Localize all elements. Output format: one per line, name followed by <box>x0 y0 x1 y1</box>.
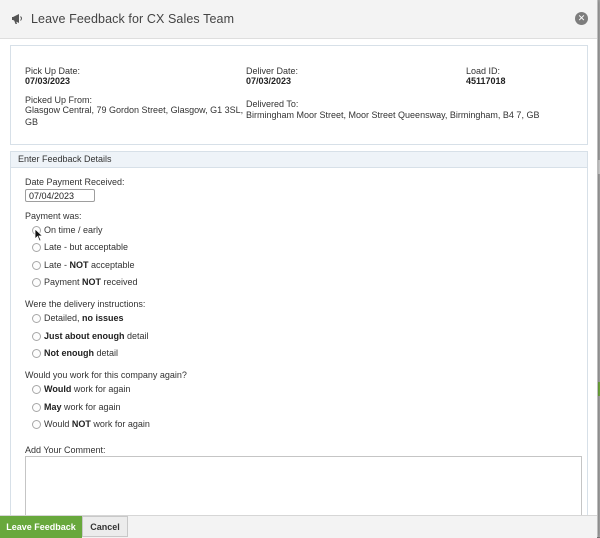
radio-label: Payment NOT received <box>44 277 138 287</box>
radio-circle[interactable] <box>32 278 41 287</box>
radio-label: Would NOT work for again <box>44 419 150 429</box>
radio-circle[interactable] <box>32 349 41 358</box>
radio-label: Just about enough detail <box>44 331 149 341</box>
close-icon[interactable]: ✕ <box>575 12 588 25</box>
address-line: GB <box>25 117 39 127</box>
radio-circle[interactable] <box>32 403 41 412</box>
mouse-pointer-icon <box>34 228 44 242</box>
address-line: Glasgow Central, 79 Gordon Street, Glasg… <box>25 105 244 115</box>
radio-label: Late - NOT acceptable <box>44 260 135 270</box>
comment-label: Add Your Comment: <box>25 445 106 455</box>
pickup-date-label: Pick Up Date: <box>25 66 81 76</box>
load-id-value: 45117018 <box>466 76 506 86</box>
deliver-date-label: Deliver Date: <box>246 66 299 76</box>
radio-circle[interactable] <box>32 261 41 270</box>
radio-circle[interactable] <box>32 420 41 429</box>
megaphone-icon <box>12 14 22 24</box>
radio-label: On time / early <box>44 225 103 235</box>
radio-label: Detailed, no issues <box>44 313 124 323</box>
comment-textarea[interactable] <box>25 456 582 518</box>
delivered-to-label: Delivered To: <box>246 99 299 109</box>
payment-question: Payment was: <box>25 211 82 221</box>
radio-label: May work for again <box>44 402 121 412</box>
leave-feedback-button[interactable]: Leave Feedback <box>0 516 82 538</box>
delivered-to-address: Birmingham Moor Street, Moor Street Quee… <box>246 110 540 120</box>
radio-label: Would work for again <box>44 384 131 394</box>
dialog-title-bar: Leave Feedback for CX Sales Team ✕ <box>0 0 597 39</box>
feedback-dialog: Leave Feedback for CX Sales Team ✕ Pick … <box>0 0 598 538</box>
dialog-footer: Leave Feedback Cancel <box>0 515 597 538</box>
date-payment-input[interactable]: 07/04/2023 <box>25 189 95 202</box>
dialog-title: Leave Feedback for CX Sales Team <box>31 12 235 26</box>
section-title: Enter Feedback Details <box>18 154 112 164</box>
radio-circle[interactable] <box>32 385 41 394</box>
feedback-form: Date Payment Received: 07/04/2023 Paymen… <box>10 167 588 518</box>
radio-circle[interactable] <box>32 332 41 341</box>
deliver-date-value: 07/03/2023 <box>246 76 292 86</box>
delivery-question: Were the delivery instructions: <box>25 299 146 309</box>
load-details-panel: Pick Up Date: 07/03/2023 Deliver Date: 0… <box>10 45 588 145</box>
load-id-label: Load ID: <box>466 66 501 76</box>
radio-circle[interactable] <box>32 243 41 252</box>
cancel-button[interactable]: Cancel <box>82 516 128 537</box>
date-payment-label: Date Payment Received: <box>25 177 125 187</box>
work-again-question: Would you work for this company again? <box>25 370 187 380</box>
pickup-date-value: 07/03/2023 <box>25 76 71 86</box>
radio-label: Not enough detail <box>44 348 119 358</box>
radio-circle[interactable] <box>32 314 41 323</box>
feedback-section-header: Enter Feedback Details <box>10 151 588 168</box>
radio-label: Late - but acceptable <box>44 242 129 252</box>
picked-up-from-address: Glasgow Central, 79 Gordon Street, Glasg… <box>25 104 243 128</box>
